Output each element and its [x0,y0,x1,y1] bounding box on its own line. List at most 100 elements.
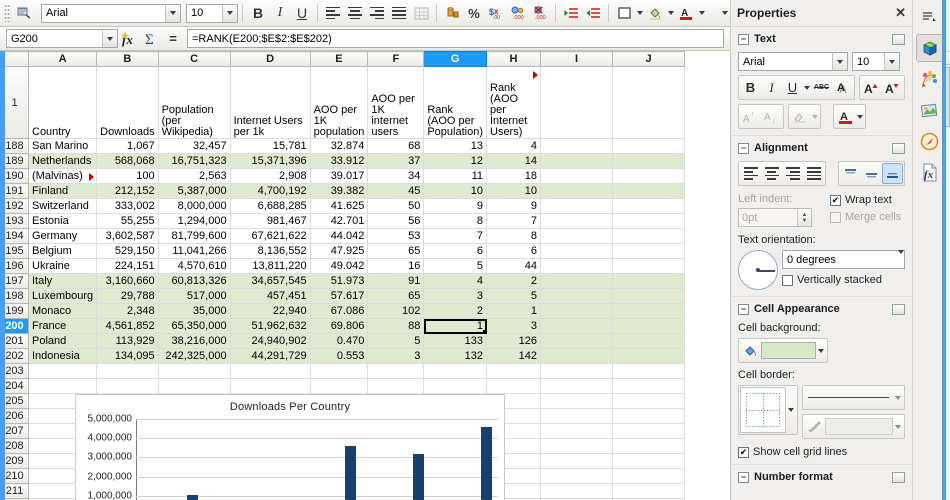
cell[interactable] [612,273,685,289]
cell[interactable]: 1 [423,318,487,334]
align-bottom-button[interactable] [882,163,903,184]
cell[interactable]: 57.617 [310,288,369,304]
cell[interactable]: 2,563 [158,168,231,184]
cell[interactable] [540,66,613,139]
text-orientation-select[interactable]: 0 degrees [782,250,905,269]
cell[interactable]: 0.553 [310,348,369,364]
cell[interactable]: 13 [423,138,487,154]
chevron-down-icon[interactable] [898,254,904,266]
cell[interactable]: 32,457 [158,138,231,154]
chevron-down-icon[interactable] [893,416,903,437]
header-cell[interactable]: Internet Users per 1k [230,66,311,139]
cell[interactable]: 6 [423,243,487,259]
border-style-control[interactable] [802,385,905,410]
cell[interactable]: 34,657,545 [230,273,311,289]
cell[interactable]: 12 [423,153,487,169]
cell[interactable]: 67,621,622 [230,228,311,244]
sidebar-underline-button[interactable]: U [782,77,803,98]
cell[interactable]: 65,350,000 [158,318,231,334]
header-cell[interactable]: Rank (AOO per Internet Users) [486,66,541,139]
cell[interactable] [423,378,487,394]
text-more-options-icon[interactable] [892,33,905,45]
cell[interactable]: 55,255 [96,213,159,229]
column-header-f[interactable]: F [367,51,425,67]
cell[interactable]: 568,068 [96,153,159,169]
chevron-down-icon[interactable] [786,400,796,421]
column-header-d[interactable]: D [229,51,311,67]
cell[interactable]: 50 [367,198,425,214]
cell[interactable] [612,453,685,469]
cell[interactable]: Netherlands [28,153,98,169]
number-format-icon[interactable]: $ x .00 [485,2,507,24]
cell[interactable] [540,363,613,379]
number-format-section-header[interactable]: − Number format [738,468,905,486]
cell[interactable]: 53 [367,228,425,244]
cell-appearance-section-header[interactable]: − Cell Appearance [738,300,905,318]
cell[interactable] [96,378,159,394]
spreadsheet-grid[interactable]: A B C D E F G H I J 1 Country Downloads Population (p… [0,51,730,500]
cell[interactable] [540,183,613,199]
cell[interactable] [96,363,159,379]
align-top-button[interactable] [840,163,861,184]
header-cell[interactable]: Rank (AOO per Population) [423,66,487,139]
percent-button[interactable]: % [463,2,485,24]
cell[interactable] [540,243,613,259]
cell[interactable]: 41.625 [310,198,369,214]
cell[interactable]: 3 [367,348,425,364]
cell[interactable]: Luxembourg [28,288,98,304]
styles-tab[interactable] [916,65,944,93]
cell[interactable] [612,483,685,499]
number-format-more-options-icon[interactable] [892,471,905,483]
text-section-header[interactable]: − Text [738,30,905,48]
cell[interactable]: 3 [423,288,487,304]
column-header-c[interactable]: C [157,51,231,67]
cell[interactable]: 14 [486,153,541,169]
cell[interactable]: 100 [96,168,159,184]
column-header-h[interactable]: H [486,51,541,67]
header-cell[interactable]: AOO per 1K internet users [367,66,425,139]
font-color-icon[interactable]: A [675,2,697,24]
cell[interactable] [612,183,685,199]
cell[interactable]: 224,151 [96,258,159,274]
add-decimal-icon[interactable]: .000 [507,2,529,24]
cell[interactable] [230,378,311,394]
cell[interactable] [612,438,685,454]
cell[interactable]: 16,751,323 [158,153,231,169]
cell[interactable]: 81,799,600 [158,228,231,244]
column-header-a[interactable]: A [27,51,98,67]
cell[interactable]: 39.382 [310,183,369,199]
cell-border-control[interactable] [738,385,798,435]
cell[interactable]: 4,561,852 [96,318,159,334]
grow-font-button[interactable]: A [861,77,882,98]
cell[interactable] [540,273,613,289]
cell[interactable]: 142 [486,348,541,364]
align-left-button[interactable] [322,2,344,24]
column-header-b[interactable]: B [96,51,159,67]
cell[interactable] [28,363,98,379]
cell[interactable]: 13,811,220 [230,258,311,274]
cell[interactable]: 5 [423,258,487,274]
cell[interactable]: 51,962,632 [230,318,311,334]
font-name-combo[interactable]: Arial [41,3,181,23]
cell[interactable]: 8,136,552 [230,243,311,259]
cell[interactable]: Ukraine [28,258,98,274]
cell[interactable]: 24,940,902 [230,333,311,349]
function-wizard-icon[interactable]: fx [118,29,140,49]
paintbrush-icon[interactable] [13,2,35,24]
cell[interactable]: 38,216,000 [158,333,231,349]
cell[interactable] [540,213,613,229]
cell[interactable]: 29,788 [96,288,159,304]
cell[interactable]: 4,700,192 [230,183,311,199]
merge-cells-checkbox[interactable]: Merge cells [830,211,901,223]
cell[interactable]: 8 [486,228,541,244]
cell-background-control[interactable] [738,338,828,363]
cell[interactable] [540,393,613,409]
cell[interactable]: 4 [486,138,541,154]
navigator-tab[interactable] [916,127,944,155]
chevron-down-icon[interactable] [666,2,675,24]
cell[interactable]: 126 [486,333,541,349]
subscript-button[interactable]: A ↓ [761,106,782,127]
chevron-down-icon[interactable] [884,53,899,70]
cell-appearance-more-options-icon[interactable] [892,303,905,315]
cell[interactable]: 1,067 [96,138,159,154]
